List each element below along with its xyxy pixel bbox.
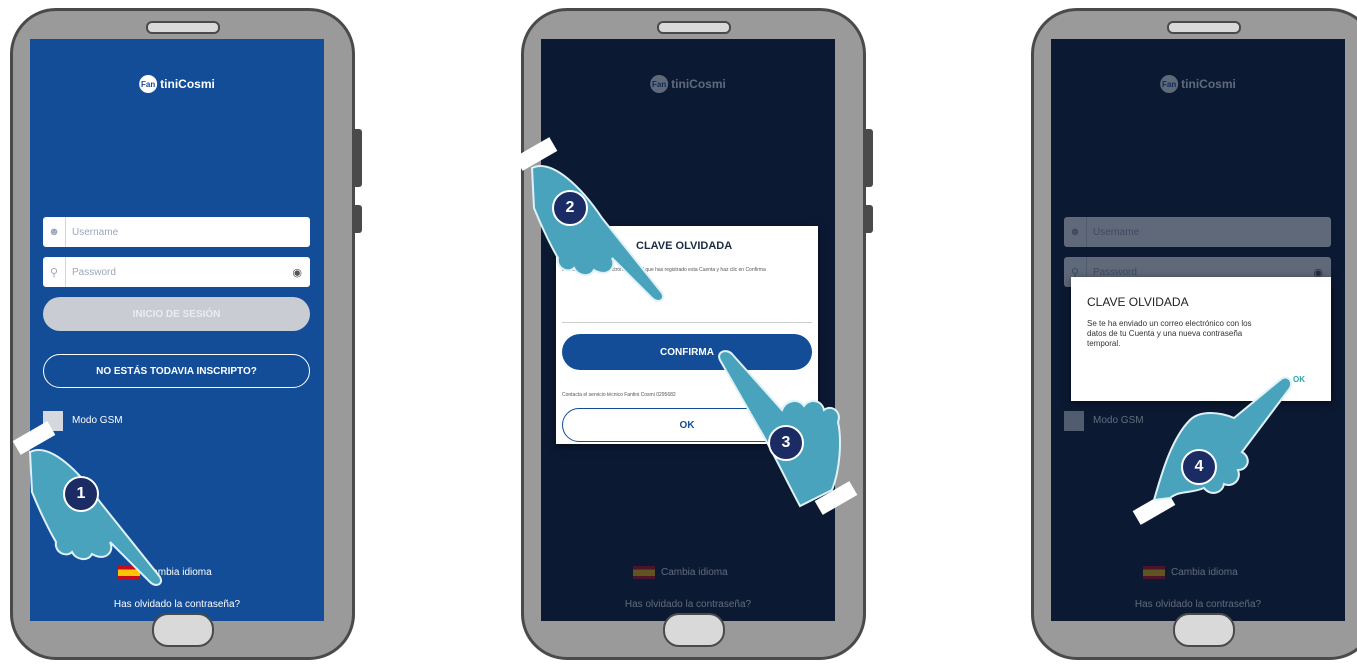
forgot-password-link[interactable]: Has olvidado la contraseña? [30, 599, 324, 610]
lock-icon: ⚲ [43, 257, 66, 287]
phone-speaker [1166, 21, 1241, 34]
user-icon: ☻ [43, 217, 66, 247]
brand-logo: Fan tiniCosmi [650, 75, 726, 93]
dialog-message: Se te ha enviado un correo electrónico c… [1087, 319, 1252, 348]
home-button [662, 613, 725, 647]
user-icon: ☻ [1064, 217, 1087, 247]
phone-speaker [656, 21, 731, 34]
spain-flag-icon [633, 566, 655, 579]
username-placeholder: Username [1093, 226, 1140, 238]
volume-button [354, 129, 362, 187]
brand-logo: Fan tiniCosmi [1160, 75, 1236, 93]
logo-mark: Fan [139, 75, 158, 93]
eye-icon[interactable]: ◉ [292, 266, 302, 279]
username-placeholder: Username [72, 226, 119, 238]
power-button [865, 205, 873, 233]
logo-text: tiniCosmi [160, 77, 215, 91]
logo-mark: Fan [1160, 75, 1179, 93]
phone-speaker [145, 21, 220, 34]
password-field[interactable]: ⚲ Password ◉ [43, 257, 310, 287]
phone-step-3: Fan tiniCosmi ☻ Username ⚲ Password ◉ Mo… [1031, 8, 1357, 660]
password-placeholder: Password [1093, 266, 1137, 278]
brand-logo: Fan tiniCosmi [139, 75, 215, 93]
logo-text: tiniCosmi [1181, 77, 1236, 91]
dialog-title: CLAVE OLVIDADA [1087, 295, 1189, 309]
gsm-checkbox[interactable] [1064, 411, 1084, 431]
username-field[interactable]: ☻ Username [43, 217, 310, 247]
home-button [1172, 613, 1235, 647]
forgot-screen: Fan tiniCosmi Cambia idioma Has olvidado… [541, 39, 835, 621]
step-badge-3: 3 [768, 425, 804, 461]
confirmation-screen: Fan tiniCosmi ☻ Username ⚲ Password ◉ Mo… [1051, 39, 1345, 621]
username-field[interactable]: ☻ Username [1064, 217, 1331, 247]
forgot-password-link[interactable]: Has olvidado la contraseña? [1051, 599, 1345, 610]
step-badge-4: 4 [1181, 449, 1217, 485]
phone-step-2: Fan tiniCosmi Cambia idioma Has olvidado… [521, 8, 873, 660]
forgot-password-link[interactable]: Has olvidado la contraseña? [541, 599, 835, 610]
spain-flag-icon [1143, 566, 1165, 579]
register-button[interactable]: NO ESTÁS TODAVIA INSCRIPTO? [43, 354, 310, 388]
language-link[interactable]: Cambia idioma [1171, 567, 1238, 578]
step-badge-2: 2 [552, 190, 588, 226]
logo-text: tiniCosmi [671, 77, 726, 91]
login-button[interactable]: INICIO DE SESIÓN [43, 297, 310, 331]
home-button [151, 613, 214, 647]
language-link[interactable]: Cambia idioma [661, 567, 728, 578]
logo-mark: Fan [650, 75, 669, 93]
step-badge-1: 1 [63, 476, 99, 512]
volume-button [865, 129, 873, 187]
pointing-hand-icon [514, 137, 664, 302]
pointing-hand-icon [1132, 376, 1292, 525]
password-placeholder: Password [72, 266, 116, 278]
power-button [354, 205, 362, 233]
